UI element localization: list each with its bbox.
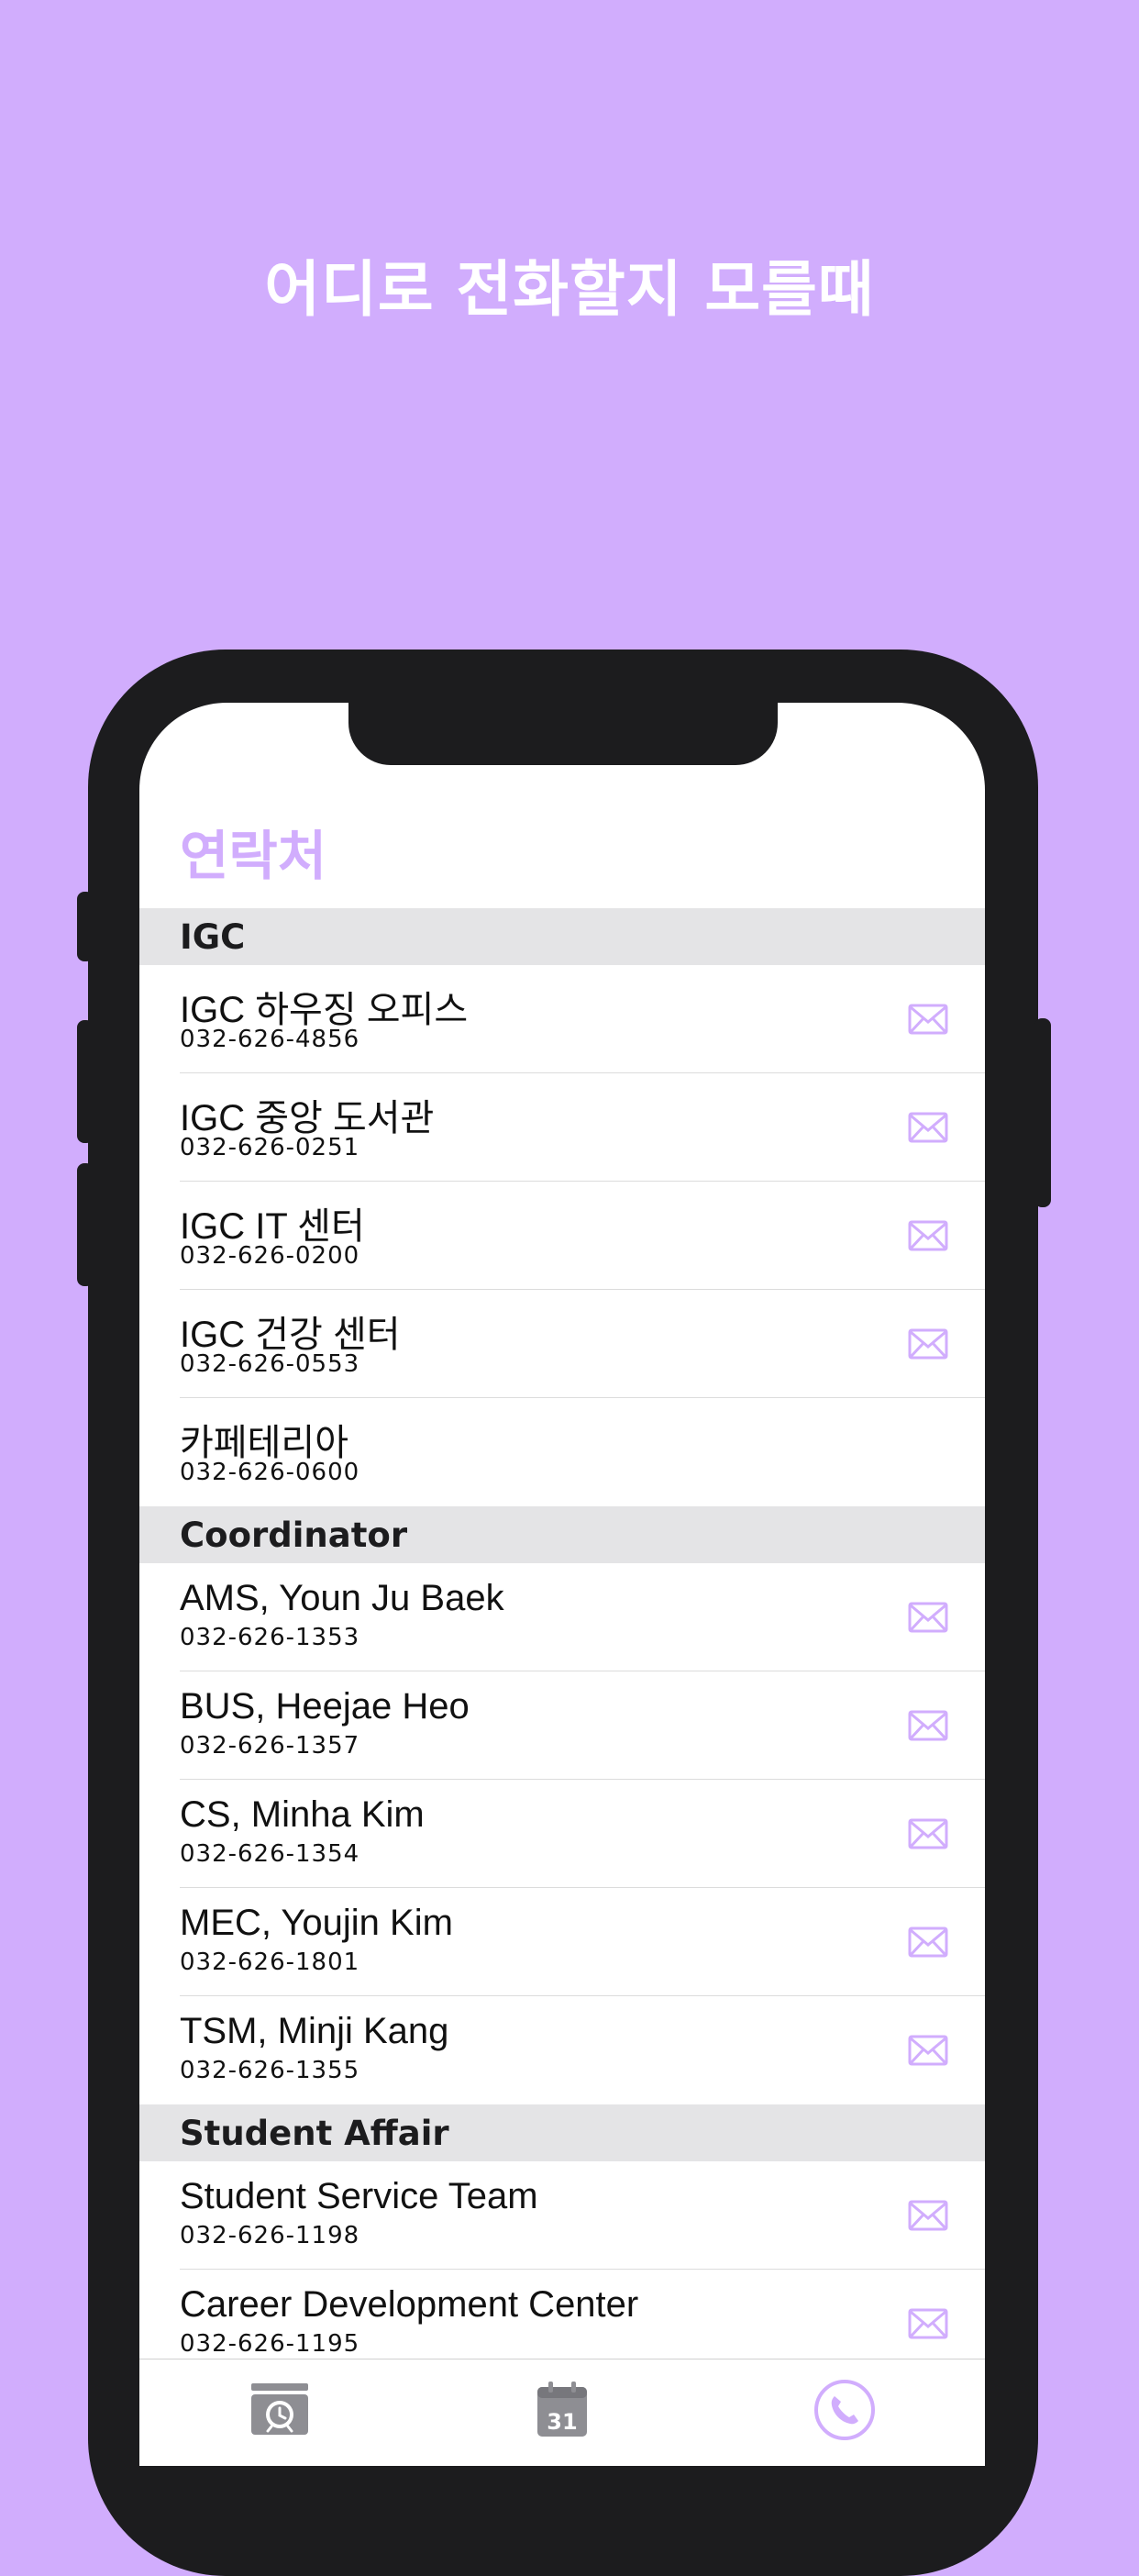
contact-phone: 032-626-1198 (180, 2222, 360, 2249)
mail-icon[interactable] (908, 1710, 948, 1741)
tab-bar: 31 (139, 2359, 985, 2466)
contact-row[interactable]: IGC IT 센터 032-626-0200 (139, 1182, 985, 1290)
promo-headline: 어디로 전화할지 모를때 (264, 254, 875, 325)
contact-row[interactable]: MEC, Youjin Kim 032-626-1801 (139, 1888, 985, 1996)
page-title: 연락처 (180, 825, 327, 887)
contact-name: CS, Minha Kim (180, 1794, 425, 1835)
mail-icon[interactable] (908, 2200, 948, 2231)
contact-list[interactable]: IGC IGC 하우징 오피스 032-626-4856 IGC 중앙 도서관 032-… (139, 908, 985, 2378)
contact-row[interactable]: CS, Minha Kim 032-626-1354 (139, 1780, 985, 1888)
contact-name: Career Development Center (180, 2284, 639, 2325)
section-header: Student Affair (139, 2104, 985, 2161)
contact-phone: 032-626-1195 (180, 2330, 360, 2358)
contact-phone: 032-626-1353 (180, 1624, 360, 1651)
phone-side-button (77, 892, 94, 961)
mail-icon[interactable] (908, 1220, 948, 1251)
contact-phone: 032-626-1355 (180, 2057, 360, 2084)
section-rows: AMS, Youn Ju Baek 032-626-1353 BUS, Heejae… (139, 1563, 985, 2104)
contact-row[interactable]: Student Service Team 032-626-1198 (139, 2161, 985, 2270)
contact-phone: 032-626-0553 (180, 1350, 360, 1378)
mail-icon[interactable] (908, 1926, 948, 1958)
section-rows: Student Service Team 032-626-1198 Career D… (139, 2161, 985, 2378)
contact-phone: 032-626-1357 (180, 1732, 360, 1760)
contact-phone: 032-626-0251 (180, 1134, 360, 1161)
contact-phone: 032-626-1354 (180, 1840, 360, 1868)
mail-icon[interactable] (908, 2035, 948, 2066)
phone-notch (348, 703, 778, 765)
contact-row[interactable]: IGC 건강 센터 032-626-0553 (139, 1290, 985, 1398)
mail-icon[interactable] (908, 1004, 948, 1035)
mail-icon[interactable] (908, 1112, 948, 1143)
mail-icon[interactable] (908, 2308, 948, 2339)
contact-name: TSM, Minji Kang (180, 2011, 449, 2051)
phone-volume-down-button (77, 1163, 94, 1286)
contact-row[interactable]: 카페테리아 032-626-0600 (139, 1398, 985, 1506)
section-rows: IGC 하우징 오피스 032-626-4856 IGC 중앙 도서관 032-626… (139, 965, 985, 1506)
phone-power-button (1034, 1018, 1051, 1207)
contact-name: Student Service Team (180, 2176, 538, 2216)
phone-volume-up-button (77, 1020, 94, 1143)
contact-row[interactable]: AMS, Youn Ju Baek 032-626-1353 (139, 1563, 985, 1671)
contact-name: BUS, Heejae Heo (180, 1686, 470, 1727)
contact-row[interactable]: TSM, Minji Kang 032-626-1355 (139, 1996, 985, 2104)
contact-phone: 032-626-0200 (180, 1242, 360, 1270)
contact-row[interactable]: BUS, Heejae Heo 032-626-1357 (139, 1671, 985, 1780)
contact-phone: 032-626-0600 (180, 1459, 360, 1486)
calendar-icon: 31 (537, 2382, 587, 2437)
mail-icon[interactable] (908, 1328, 948, 1360)
section-header: Coordinator (139, 1506, 985, 1563)
tab-calendar[interactable]: 31 (530, 2378, 594, 2442)
contact-name: AMS, Youn Ju Baek (180, 1578, 504, 1618)
contact-row[interactable]: IGC 하우징 오피스 032-626-4856 (139, 965, 985, 1073)
contact-phone: 032-626-4856 (180, 1026, 360, 1053)
tab-contacts[interactable] (813, 2378, 877, 2442)
tab-alarm[interactable] (248, 2378, 312, 2442)
phone-screen: 연락처 IGC IGC 하우징 오피스 032-626-4856 IGC 중앙 도서관… (139, 703, 985, 2466)
alarm-icon (251, 2383, 308, 2435)
contact-phone: 032-626-1801 (180, 1949, 360, 1976)
mail-icon[interactable] (908, 1818, 948, 1849)
section-header: IGC (139, 908, 985, 965)
contact-row[interactable]: IGC 중앙 도서관 032-626-0251 (139, 1073, 985, 1182)
phone-icon (814, 2380, 875, 2440)
mail-icon[interactable] (908, 1602, 948, 1633)
contact-name: MEC, Youjin Kim (180, 1903, 453, 1943)
calendar-day-label: 31 (547, 2409, 577, 2435)
